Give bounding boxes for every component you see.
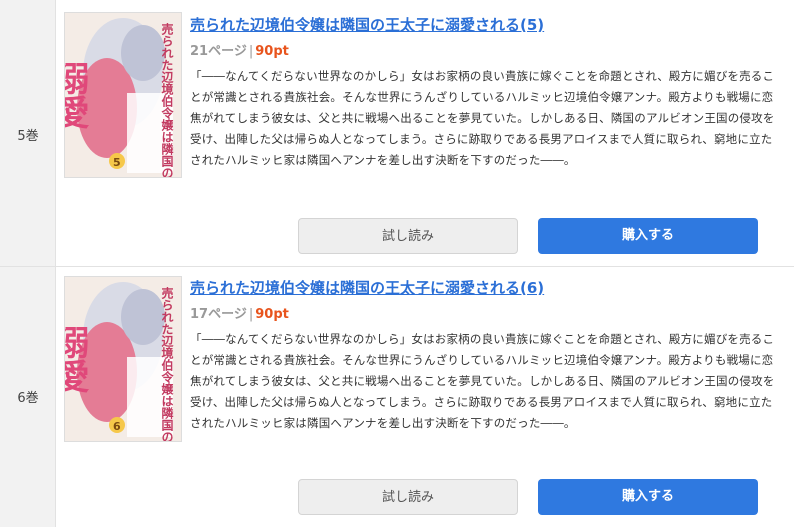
buy-button[interactable]: 購入する bbox=[538, 479, 758, 515]
page-count: 17ページ bbox=[190, 307, 247, 322]
volume-label: 5巻 bbox=[17, 129, 39, 144]
book-title-link[interactable]: 売られた辺境伯令嬢は隣国の王太子に溺愛される(5) bbox=[190, 14, 544, 35]
book-meta: 21ページ | 90pt bbox=[190, 40, 289, 59]
price: 90pt bbox=[255, 44, 289, 59]
book-cover-image[interactable]: 溺愛 売られた辺境伯令嬢は隣国の王太子に 6 bbox=[64, 276, 182, 442]
book-cover-image[interactable]: 溺愛 売られた辺境伯令嬢は隣国の王太子に 5 bbox=[64, 12, 182, 178]
page-count: 21ページ bbox=[190, 44, 247, 59]
cover-title-text: 売られた辺境伯令嬢は隣国の王太子に bbox=[160, 22, 174, 178]
cover-big-text: 溺愛 bbox=[65, 325, 89, 393]
price: 90pt bbox=[255, 307, 289, 322]
trial-read-button[interactable]: 試し読み bbox=[298, 218, 518, 254]
volume-column: 6巻 bbox=[0, 267, 56, 527]
book-row: 6巻 溺愛 売られた辺境伯令嬢は隣国の王太子に 6 売られた辺境伯令嬢は隣国の王… bbox=[0, 267, 794, 527]
volume-label: 6巻 bbox=[17, 391, 39, 406]
cover-volume-number: 5 bbox=[113, 156, 121, 169]
cover-volume-number: 6 bbox=[113, 420, 121, 433]
book-description: 「――なんてくだらない世界なのかしら」女はお家柄の良い貴族に嫁ぐことを命題とされ… bbox=[190, 332, 775, 430]
buy-button[interactable]: 購入する bbox=[538, 218, 758, 254]
cover-title-text: 売られた辺境伯令嬢は隣国の王太子に bbox=[160, 286, 174, 442]
book-description: 「――なんてくだらない世界なのかしら」女はお家柄の良い貴族に嫁ぐことを命題とされ… bbox=[190, 69, 775, 167]
trial-read-button[interactable]: 試し読み bbox=[298, 479, 518, 515]
meta-separator: | bbox=[248, 44, 254, 59]
cover-big-text: 溺愛 bbox=[65, 61, 89, 129]
book-row: 5巻 溺愛 売られた辺境伯令嬢は隣国の王太子に 5 売られた辺境伯令嬢は隣国の王… bbox=[0, 0, 794, 267]
volume-column: 5巻 bbox=[0, 0, 56, 266]
book-meta: 17ページ | 90pt bbox=[190, 303, 289, 322]
book-title-link[interactable]: 売られた辺境伯令嬢は隣国の王太子に溺愛される(6) bbox=[190, 277, 544, 298]
meta-separator: | bbox=[248, 307, 254, 322]
